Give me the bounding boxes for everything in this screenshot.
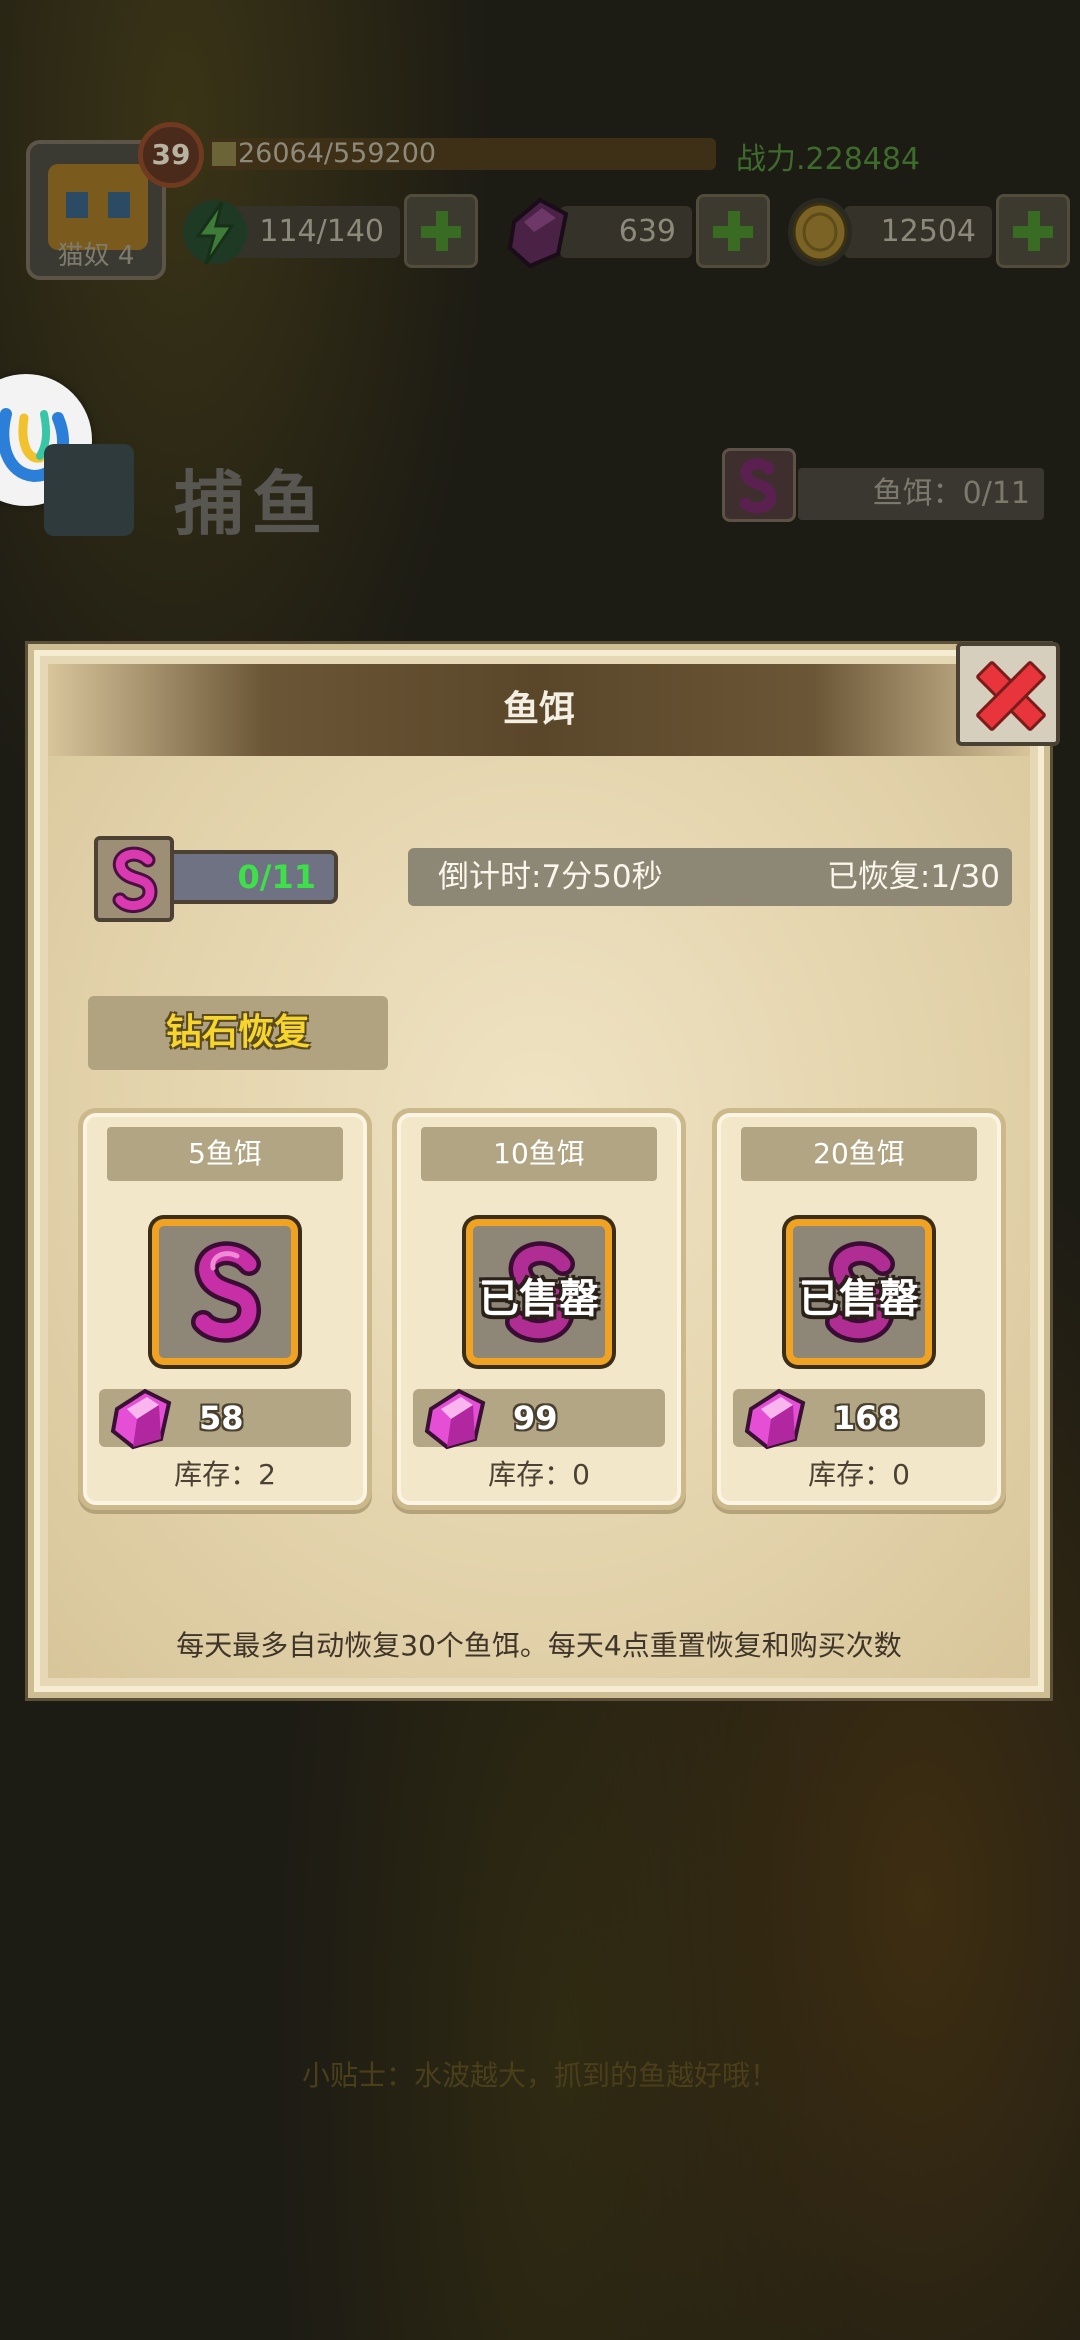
gem-icon — [507, 197, 569, 269]
energy-bar: 114/140 — [230, 206, 400, 258]
energy-resource: 114/140 — [178, 192, 478, 272]
price-bar: 168 — [733, 1388, 985, 1450]
gem-icon — [110, 1388, 172, 1450]
price-value: 58 — [199, 1399, 244, 1437]
worm-icon: 已售罄 — [786, 1219, 932, 1365]
bait-status-bar: 0/11 — [170, 850, 338, 904]
timer-bar: 倒计时:7分50秒 已恢复:1/30 — [408, 848, 1012, 906]
xp-bar: 26064/559200 — [208, 138, 716, 170]
bait-option-card[interactable]: 5鱼饵 58 库存：2 — [78, 1108, 372, 1510]
worm-icon — [722, 448, 796, 522]
diamond-recovery-label: 钻石恢复 — [88, 996, 388, 1070]
back-icon[interactable] — [44, 444, 134, 536]
worm-icon: 已售罄 — [466, 1219, 612, 1365]
player-name: 猫奴 4 — [57, 241, 135, 271]
xp-bar-fill — [212, 142, 236, 166]
stock-text: 库存：2 — [174, 1458, 276, 1491]
tip-text: 小贴士：水波越大，抓到的鱼越好哦！ — [301, 2059, 778, 2092]
countdown-text: 倒计时:7分50秒 — [438, 859, 663, 895]
price-value: 99 — [513, 1399, 558, 1437]
close-icon[interactable] — [956, 642, 1060, 746]
gem-resource: 639 — [500, 192, 770, 272]
bait-counter-text: 鱼饵：0/11 — [872, 476, 1030, 511]
stock-text: 库存：0 — [488, 1458, 590, 1491]
recovered-text: 已恢复:1/30 — [826, 859, 1000, 895]
page-title: 捕鱼 — [174, 463, 330, 545]
price-bar: 58 — [99, 1388, 351, 1450]
add-coins-button[interactable] — [996, 194, 1070, 268]
add-energy-button[interactable] — [404, 194, 478, 268]
sold-out-label: 已售罄 — [479, 1276, 599, 1322]
dialog-footer-note: 每天最多自动恢复30个鱼饵。每天4点重置恢复和购买次数 — [176, 1629, 902, 1662]
gem-icon — [744, 1388, 806, 1450]
bait-status-text: 0/11 — [237, 858, 316, 896]
bait-counter-bar: 鱼饵：0/11 — [798, 468, 1044, 520]
lightning-icon — [183, 200, 247, 265]
power-text: 战力.228484 — [736, 142, 921, 177]
stock-text: 库存：0 — [808, 1458, 910, 1491]
bait-option-title: 5鱼饵 — [107, 1127, 343, 1181]
coin-resource: 12504 — [784, 192, 1074, 272]
energy-value: 114/140 — [259, 214, 384, 249]
dialog-title: 鱼饵 — [502, 689, 575, 730]
add-gems-button[interactable] — [696, 194, 770, 268]
bait-dialog: 鱼饵 0/11 倒计时:7分50秒 已恢复:1/30 钻石恢复 5鱼饵 58 库… — [28, 642, 1060, 1698]
gem-icon — [424, 1388, 486, 1450]
bait-option-card[interactable]: 10鱼饵 已售罄 99 库存：0 — [392, 1108, 686, 1510]
worm-icon — [152, 1219, 298, 1365]
price-bar: 99 — [413, 1388, 665, 1450]
bait-option-title: 20鱼饵 — [741, 1127, 977, 1181]
worm-icon — [94, 836, 174, 922]
gem-value: 639 — [618, 214, 676, 249]
bait-counter[interactable]: 鱼饵：0/11 — [722, 448, 1046, 528]
dialog-body: 鱼饵 0/11 倒计时:7分50秒 已恢复:1/30 钻石恢复 5鱼饵 58 库… — [48, 664, 1030, 1678]
coin-icon — [788, 198, 852, 266]
bait-option-card[interactable]: 20鱼饵 已售罄 168 库存：0 — [712, 1108, 1006, 1510]
level-badge: 39 — [138, 122, 204, 188]
xp-text: 26064/559200 — [238, 138, 437, 169]
gem-bar: 639 — [560, 206, 692, 258]
bait-option-title: 10鱼饵 — [421, 1127, 657, 1181]
coin-bar: 12504 — [844, 206, 992, 258]
sold-out-label: 已售罄 — [799, 1276, 919, 1322]
coin-value: 12504 — [880, 214, 976, 249]
price-value: 168 — [833, 1399, 900, 1437]
dialog-header: 鱼饵 — [48, 664, 1030, 756]
